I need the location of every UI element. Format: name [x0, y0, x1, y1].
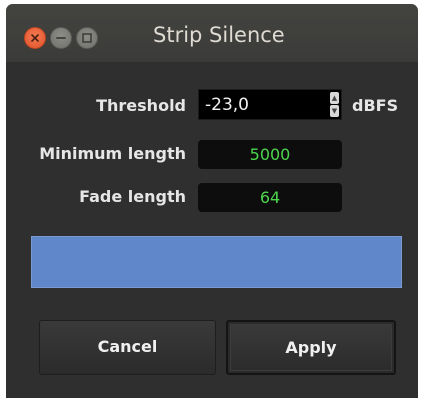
cancel-button[interactable]: Cancel — [39, 320, 216, 375]
window-title: Strip Silence — [153, 23, 285, 47]
analysis-progress-bar — [31, 236, 402, 288]
minimize-icon — [56, 37, 66, 39]
maximize-button[interactable] — [76, 27, 98, 49]
threshold-unit: dBFS — [352, 96, 399, 115]
threshold-label: Threshold — [96, 96, 186, 115]
threshold-stepper[interactable]: ▲ ▼ — [330, 92, 339, 117]
strip-silence-dialog: Strip Silence Threshold -23,0 ▲ ▼ dBFS M… — [6, 4, 418, 398]
apply-button[interactable]: Apply — [226, 320, 396, 375]
threshold-value: -23,0 — [205, 95, 249, 115]
title-bar: Strip Silence — [6, 4, 418, 62]
minimize-button[interactable] — [50, 27, 72, 49]
maximize-icon — [82, 33, 92, 43]
fade-length-label: Fade length — [79, 187, 186, 206]
decrement-arrow-icon[interactable]: ▼ — [330, 105, 339, 117]
close-icon — [31, 34, 39, 42]
close-button[interactable] — [24, 27, 46, 49]
threshold-spinbox[interactable]: -23,0 ▲ ▼ — [198, 89, 342, 120]
increment-arrow-icon[interactable]: ▲ — [330, 92, 339, 104]
minimum-length-label: Minimum length — [39, 144, 186, 163]
fade-length-field[interactable]: 64 — [198, 183, 342, 212]
minimum-length-field[interactable]: 5000 — [198, 140, 342, 169]
